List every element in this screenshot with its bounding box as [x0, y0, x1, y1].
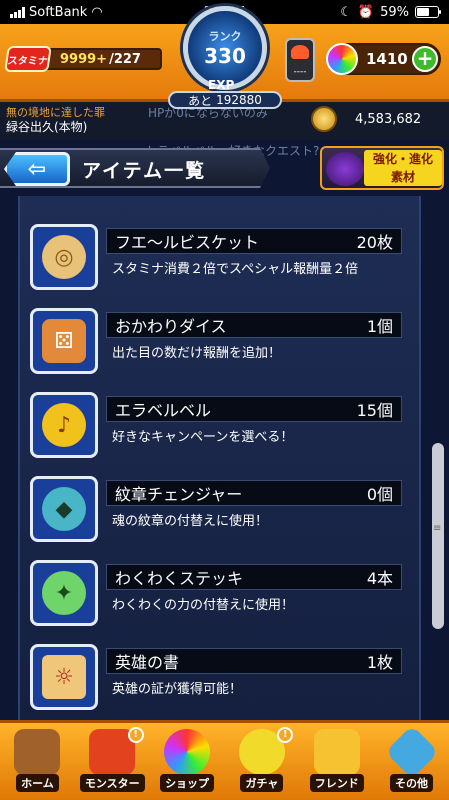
nav-gacha[interactable]: ! ガチャ: [224, 723, 299, 800]
page-title: アイテム一覧: [82, 160, 207, 182]
exp-remaining-box: あと 192880: [168, 91, 282, 109]
item-name-bar: エラベルベル 15個: [106, 396, 402, 422]
bell-icon: ♪: [42, 403, 86, 447]
list-item[interactable]: ◎ フエ〜ルビスケット 20枚 スタミナ消費２倍でスペシャル報酬量２倍: [30, 224, 415, 290]
nav-home[interactable]: ホーム: [0, 723, 75, 800]
item-name-bar: フエ〜ルビスケット 20枚: [106, 228, 402, 254]
item-count: 0個: [366, 485, 393, 504]
friend-icon: [313, 729, 360, 775]
item-name: おかわりダイス: [115, 317, 227, 336]
home-icon: [14, 729, 61, 775]
biscuit-icon: ◎: [42, 235, 86, 279]
list-item[interactable]: ✦ わくわくステッキ 4本 わくわくの力の付替えに使用！: [30, 560, 415, 626]
rank-value: 330: [204, 44, 246, 68]
item-description: 好きなキャンペーンを選べる！: [112, 430, 294, 445]
item-name-bar: 紋章チェンジャー 0個: [106, 480, 402, 506]
item-description: わくわくの力の付替えに使用！: [112, 598, 295, 613]
nav-label: ホーム: [16, 774, 59, 792]
item-count: 1個: [366, 317, 393, 336]
stamina-gauge[interactable]: スタミナ 9999+ /227: [4, 44, 162, 74]
orb-count: 1410: [366, 50, 408, 68]
nav-label: その他: [390, 774, 434, 792]
item-name: 英雄の書: [115, 653, 180, 672]
item-name-bar: 英雄の書 1枚: [106, 648, 402, 674]
item-count: 1枚: [366, 653, 393, 672]
powerup-materials-button[interactable]: 強化・進化 素材: [320, 146, 444, 190]
item-count: 20枚: [356, 233, 393, 252]
title-bar: トラベルベル 好きなクエスト? ⇦ アイテム一覧 強化・進化 素材: [0, 140, 449, 196]
scroll-icon: ☼: [42, 655, 86, 699]
gold-coin-icon: [311, 106, 337, 132]
add-orb-button[interactable]: +: [412, 46, 438, 72]
nav-monster[interactable]: ! モンスター: [75, 723, 150, 800]
dice-icon: ⚄: [42, 319, 86, 363]
item-box-label: ----: [293, 67, 307, 77]
exp-label: EXP: [208, 78, 235, 92]
exp-remaining: 192880: [216, 93, 262, 107]
item-description: スタミナ消費２倍でスペシャル報酬量２倍: [112, 262, 359, 277]
item-description: 出た目の数だけ報酬を追加！: [112, 346, 282, 361]
item-list[interactable]: ◎ フエ〜ルビスケット 20枚 スタミナ消費２倍でスペシャル報酬量２倍 ⚄ おかわ…: [18, 196, 421, 720]
nav-friend[interactable]: フレンド: [299, 723, 374, 800]
nav-label: ガチャ: [240, 774, 284, 792]
player-name: 緑谷出久(本物): [6, 120, 88, 134]
back-button[interactable]: ⇦: [4, 152, 70, 186]
other-icon: [384, 725, 439, 779]
item-count: 15個: [356, 401, 393, 420]
item-description: 英雄の証が獲得可能！: [112, 682, 243, 697]
nav-label: モンスター: [79, 774, 145, 792]
stamina-label: スタミナ: [4, 46, 52, 72]
crest-icon: ◆: [42, 487, 86, 531]
item-name: 紋章チェンジャー: [115, 485, 243, 504]
alert-badge: !: [277, 727, 294, 743]
item-name-bar: おかわりダイス 1個: [106, 312, 402, 338]
item-icon-frame: ⚄: [30, 308, 98, 374]
stamina-max: /227: [109, 51, 141, 67]
powerup-label: 強化・進化 素材: [364, 150, 442, 186]
item-count: 4本: [366, 569, 393, 588]
nav-label: ショップ: [160, 774, 215, 792]
monster-portrait-icon: [326, 152, 364, 186]
list-item[interactable]: ☼ 英雄の書 1枚 英雄の証が獲得可能！: [30, 644, 415, 710]
item-name-bar: わくわくステッキ 4本: [106, 564, 402, 590]
rank-label: ランク: [208, 30, 242, 43]
orb-counter[interactable]: 1410 +: [326, 43, 441, 75]
item-description: 魂の紋章の付替えに使用！: [112, 514, 269, 529]
item-icon-frame: ◆: [30, 476, 98, 542]
list-item[interactable]: ◆ 紋章チェンジャー 0個 魂の紋章の付替えに使用！: [30, 476, 415, 542]
item-name: わくわくステッキ: [115, 569, 244, 588]
nav-label: フレンド: [309, 774, 364, 792]
nav-other[interactable]: その他: [374, 723, 449, 800]
powerup-line1: 強化・進化: [372, 152, 433, 166]
list-item[interactable]: ♪ エラベルベル 15個 好きなキャンペーンを選べる！: [30, 392, 415, 458]
item-name: フエ〜ルビスケット: [115, 233, 260, 252]
scrollbar-thumb[interactable]: [432, 443, 444, 629]
orb-icon: [326, 43, 358, 75]
stamina-current: 9999+: [60, 51, 108, 67]
back-arrow-icon: ⇦: [27, 156, 47, 182]
battery-icon: [415, 6, 441, 18]
nav-shop[interactable]: ショップ: [150, 723, 225, 800]
item-icon-frame: ✦: [30, 560, 98, 626]
item-box-icon[interactable]: ----: [285, 38, 315, 82]
gold-amount: 4,583,682: [355, 112, 422, 127]
powerup-line2: 素材: [390, 170, 415, 184]
item-name: エラベルベル: [115, 401, 212, 420]
shop-orb-icon: [164, 729, 211, 775]
item-icon-frame: ☼: [30, 644, 98, 710]
wand-icon: ✦: [42, 571, 86, 615]
stamina-bar: 9999+ /227: [42, 48, 162, 70]
item-icon-frame: ◎: [30, 224, 98, 290]
bottom-nav: ホーム ! モンスター ショップ ! ガチャ フレンド その他: [0, 720, 449, 800]
alert-badge: !: [127, 727, 144, 743]
exp-prefix: あと: [188, 93, 213, 108]
list-item[interactable]: ⚄ おかわりダイス 1個 出た目の数だけ報酬を追加！: [30, 308, 415, 374]
item-icon-frame: ♪: [30, 392, 98, 458]
